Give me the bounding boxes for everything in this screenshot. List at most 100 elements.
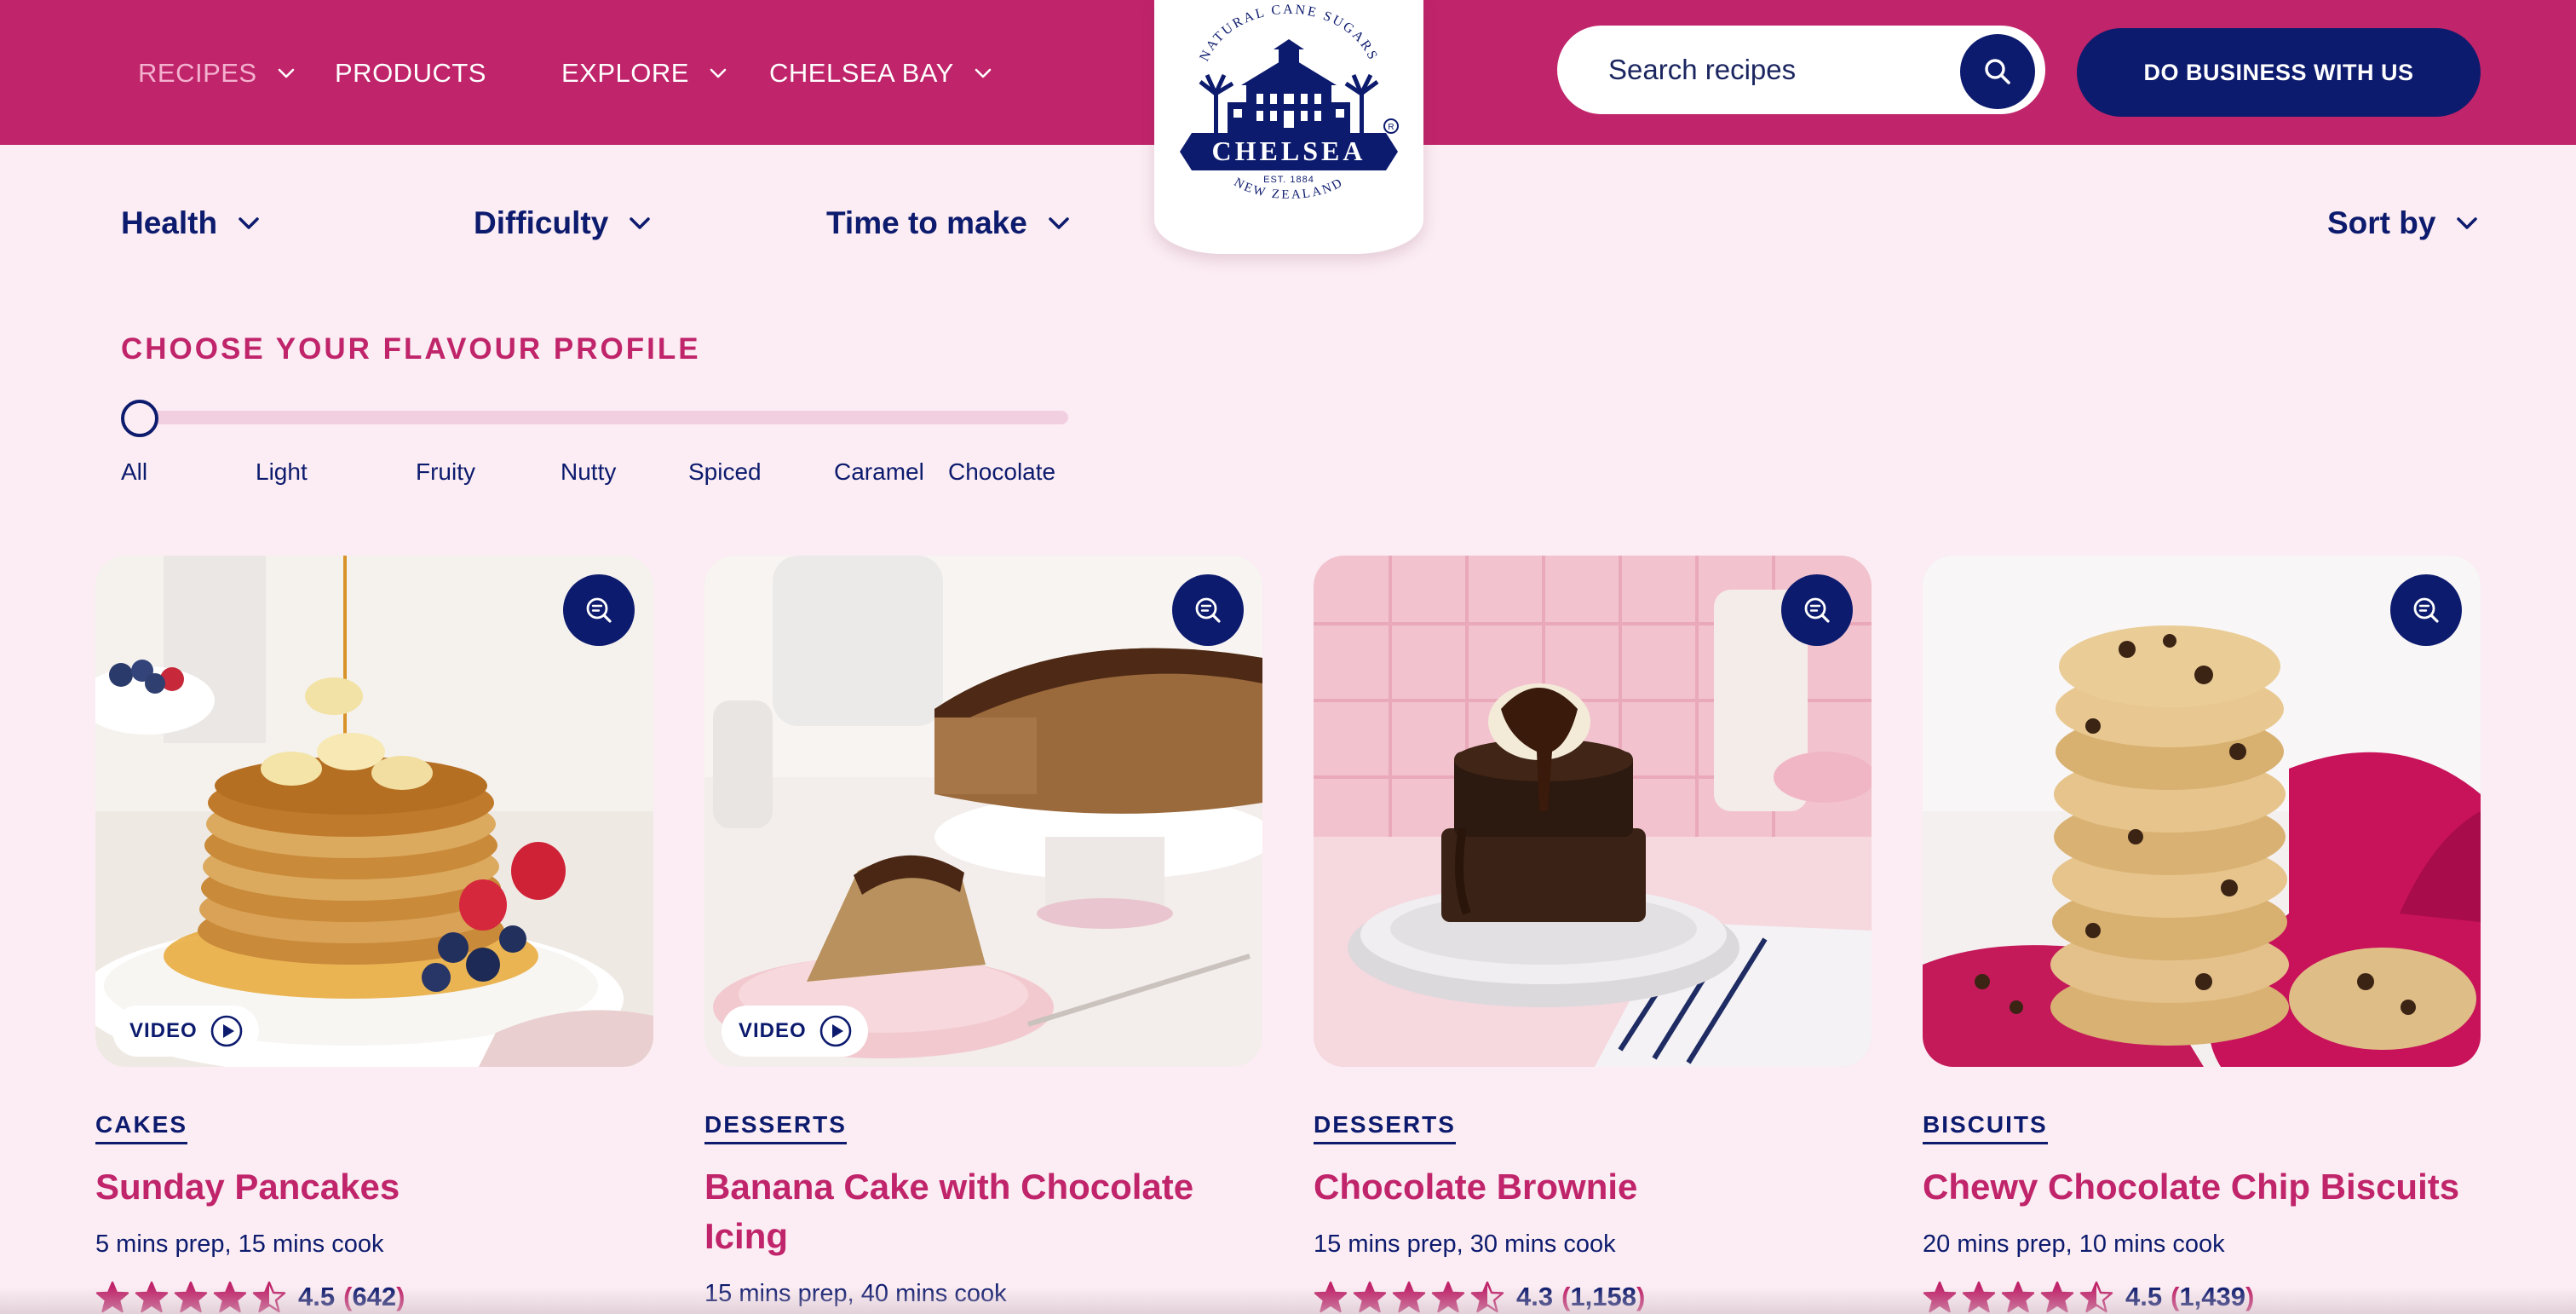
search-input[interactable] bbox=[1608, 46, 1949, 94]
quick-view-button[interactable] bbox=[1172, 574, 1244, 646]
recipe-category[interactable]: BISCUITS bbox=[1923, 1111, 2048, 1144]
search-button[interactable] bbox=[1960, 34, 2035, 109]
nav-item-label: EXPLORE bbox=[561, 58, 689, 88]
sort-by-dropdown[interactable]: Sort by bbox=[2327, 203, 2480, 244]
chevron-down-icon bbox=[2454, 210, 2480, 236]
recipe-title[interactable]: Sunday Pancakes bbox=[95, 1162, 641, 1212]
nav-item-recipes[interactable]: RECIPES bbox=[138, 56, 296, 90]
rating-value: 4.5 bbox=[2125, 1282, 2163, 1311]
recipe-card[interactable]: DESSERTS Chocolate Brownie 15 mins prep,… bbox=[1314, 556, 1872, 1314]
banana-cake-photo bbox=[704, 556, 1262, 1067]
recipe-rating: 4.3 (1,158) bbox=[1314, 1280, 1645, 1314]
video-button[interactable]: VIDEO bbox=[722, 1006, 868, 1057]
flavour-slider-thumb[interactable] bbox=[121, 400, 158, 437]
search-box bbox=[1557, 26, 2045, 114]
nav-item-explore[interactable]: EXPLORE bbox=[561, 56, 728, 90]
recipe-time: 20 mins prep, 10 mins cook bbox=[1923, 1230, 2225, 1258]
nav-item-label: CHELSEA BAY bbox=[769, 58, 954, 88]
star-half-icon bbox=[2079, 1281, 2113, 1313]
filter-health[interactable]: Health bbox=[121, 203, 262, 244]
star-full-icon bbox=[1392, 1281, 1426, 1313]
quick-view-icon bbox=[586, 597, 612, 623]
recipe-time: 15 mins prep, 30 mins cook bbox=[1314, 1230, 1616, 1258]
rating-count-value: 1,158 bbox=[1570, 1282, 1637, 1311]
recipe-rating: 4.5 (642) bbox=[95, 1280, 405, 1314]
recipe-card[interactable]: VIDEO DESSERTS Banana Cake with Chocolat… bbox=[704, 556, 1262, 1314]
video-button[interactable]: VIDEO bbox=[112, 1006, 259, 1057]
rating-value: 4.3 bbox=[1516, 1282, 1554, 1311]
play-icon bbox=[819, 1015, 851, 1047]
quick-view-button[interactable] bbox=[563, 574, 635, 646]
star-rating bbox=[1314, 1281, 1504, 1313]
nav-item-products[interactable]: PRODUCTS bbox=[335, 56, 486, 90]
chevron-down-icon bbox=[236, 210, 262, 236]
do-business-button[interactable]: DO BUSINESS WITH US bbox=[2077, 28, 2481, 117]
recipe-image[interactable]: VIDEO bbox=[95, 556, 653, 1067]
svg-text:CHELSEA: CHELSEA bbox=[1212, 135, 1366, 166]
quick-view-icon bbox=[1804, 597, 1830, 623]
filter-difficulty[interactable]: Difficulty bbox=[474, 203, 653, 244]
recipe-title[interactable]: Chocolate Brownie bbox=[1314, 1162, 1859, 1212]
play-icon bbox=[210, 1015, 242, 1047]
chevron-down-icon bbox=[973, 63, 993, 84]
search-icon bbox=[1985, 59, 2010, 84]
recipe-time: 5 mins prep, 15 mins cook bbox=[95, 1230, 384, 1258]
rating-count-value: 1,439 bbox=[2179, 1282, 2246, 1311]
filter-time-to-make[interactable]: Time to make bbox=[826, 203, 1072, 244]
chelsea-logo-mark: NATURAL CANE SUGARS CHELSEA R EST. 1884 … bbox=[1180, 3, 1399, 202]
star-full-icon bbox=[213, 1281, 247, 1313]
chevron-down-icon bbox=[276, 63, 296, 84]
recipe-card[interactable]: VIDEO CAKES Sunday Pancakes 5 mins prep,… bbox=[95, 556, 653, 1314]
main-nav: RECIPES PRODUCTS EXPLORE CHELSEA BAY bbox=[0, 0, 1107, 145]
rating-count: (1,158) bbox=[1561, 1282, 1646, 1311]
recipe-image[interactable] bbox=[1923, 556, 2481, 1067]
chevron-down-icon bbox=[708, 63, 728, 84]
recipe-category[interactable]: CAKES bbox=[95, 1111, 188, 1144]
recipe-title[interactable]: Chewy Chocolate Chip Biscuits bbox=[1923, 1162, 2468, 1212]
rating-count: (1,439) bbox=[2171, 1282, 2255, 1311]
sort-label: Sort by bbox=[2327, 205, 2436, 240]
quick-view-icon bbox=[2413, 597, 2439, 623]
recipe-category[interactable]: DESSERTS bbox=[1314, 1111, 1456, 1144]
star-full-icon bbox=[1431, 1281, 1465, 1313]
recipe-card[interactable]: BISCUITS Chewy Chocolate Chip Biscuits 2… bbox=[1923, 556, 2481, 1314]
star-full-icon bbox=[2001, 1281, 2035, 1313]
quick-view-icon bbox=[1195, 597, 1221, 623]
quick-view-button[interactable] bbox=[1781, 574, 1853, 646]
star-half-icon bbox=[252, 1281, 286, 1313]
flavour-option-nutty[interactable]: Nutty bbox=[561, 458, 616, 486]
recipe-image[interactable]: VIDEO bbox=[704, 556, 1262, 1067]
star-half-icon bbox=[1470, 1281, 1504, 1313]
flavour-option-chocolate[interactable]: Chocolate bbox=[948, 458, 1055, 486]
quick-view-button[interactable] bbox=[2390, 574, 2462, 646]
star-rating bbox=[95, 1281, 286, 1313]
flavour-option-light[interactable]: Light bbox=[256, 458, 308, 486]
svg-text:R: R bbox=[1388, 123, 1394, 132]
chevron-down-icon bbox=[1046, 210, 1072, 236]
flavour-option-spiced[interactable]: Spiced bbox=[688, 458, 762, 486]
flavour-option-all[interactable]: All bbox=[121, 458, 147, 486]
star-rating bbox=[1923, 1281, 2113, 1313]
flavour-option-caramel[interactable]: Caramel bbox=[834, 458, 924, 486]
star-full-icon bbox=[1923, 1281, 1957, 1313]
flavour-slider-track[interactable] bbox=[128, 411, 1068, 424]
nav-item-chelsea-bay[interactable]: CHELSEA BAY bbox=[769, 56, 993, 90]
recipe-category[interactable]: DESSERTS bbox=[704, 1111, 847, 1144]
rating-count-value: 642 bbox=[352, 1282, 397, 1311]
chelsea-logo[interactable]: NATURAL CANE SUGARS CHELSEA R EST. 1884 … bbox=[1154, 0, 1423, 254]
star-full-icon bbox=[1353, 1281, 1387, 1313]
star-full-icon bbox=[174, 1281, 208, 1313]
rating-count: (642) bbox=[343, 1282, 405, 1311]
nav-item-label: PRODUCTS bbox=[335, 58, 486, 88]
flavour-profile-heading: CHOOSE YOUR FLAVOUR PROFILE bbox=[121, 332, 701, 366]
star-full-icon bbox=[1962, 1281, 1996, 1313]
pancakes-photo bbox=[95, 556, 653, 1067]
brownie-photo bbox=[1314, 556, 1872, 1067]
flavour-option-fruity[interactable]: Fruity bbox=[416, 458, 475, 486]
biscuits-photo bbox=[1923, 556, 2481, 1067]
star-full-icon bbox=[2040, 1281, 2074, 1313]
recipe-image[interactable] bbox=[1314, 556, 1872, 1067]
star-full-icon bbox=[135, 1281, 169, 1313]
recipe-title[interactable]: Banana Cake with Chocolate Icing bbox=[704, 1162, 1250, 1261]
rating-value: 4.5 bbox=[298, 1282, 336, 1311]
